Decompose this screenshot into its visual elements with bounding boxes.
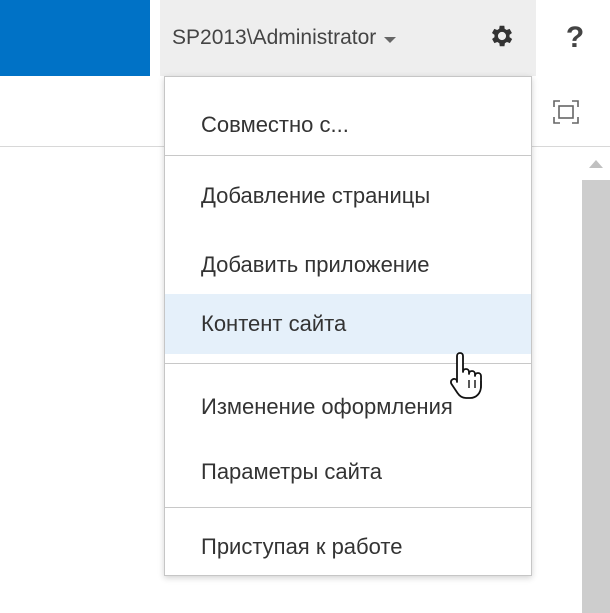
focus-on-content-icon <box>553 99 579 129</box>
gear-icon <box>488 22 516 55</box>
menu-item-label: Приступая к работе <box>201 534 403 559</box>
settings-button[interactable] <box>468 0 536 76</box>
hand-pointer-icon <box>448 350 488 402</box>
menu-separator <box>165 507 531 508</box>
scroll-up-arrow-icon[interactable] <box>589 160 603 168</box>
settings-menu: Совместно с... Добавление страницы Добав… <box>164 76 532 576</box>
menu-item-label: Добавить приложение <box>201 252 430 277</box>
user-name: SP2013\Administrator <box>172 26 377 49</box>
menu-item-label: Параметры сайта <box>201 459 382 484</box>
chevron-down-icon <box>384 37 397 43</box>
menu-item-getting-started[interactable]: Приступая к работе <box>165 517 531 577</box>
help-icon: ? <box>565 21 585 54</box>
focus-on-content-button[interactable] <box>552 99 580 129</box>
menu-item-site-settings[interactable]: Параметры сайта <box>165 442 531 502</box>
menu-item-add-page[interactable]: Добавление страницы <box>165 166 531 226</box>
menu-item-add-app[interactable]: Добавить приложение <box>165 235 531 295</box>
menu-item-label: Изменение оформления <box>201 394 453 419</box>
sharepoint-screen: SP2013\Administrator ? Совместно с... До… <box>0 0 610 613</box>
menu-item-site-contents[interactable]: Контент сайта <box>165 294 531 354</box>
user-menu-button[interactable]: SP2013\Administrator <box>160 0 468 76</box>
menu-item-label: Контент сайта <box>201 311 347 336</box>
menu-item-share[interactable]: Совместно с... <box>165 95 531 155</box>
help-button[interactable]: ? <box>545 0 605 76</box>
scrollbar-thumb[interactable] <box>582 180 610 613</box>
menu-item-label: Совместно с... <box>201 112 349 137</box>
menu-separator <box>165 155 531 156</box>
menu-item-label: Добавление страницы <box>201 183 431 208</box>
suite-bar: SP2013\Administrator ? <box>0 0 610 76</box>
brand-bar <box>0 0 150 76</box>
